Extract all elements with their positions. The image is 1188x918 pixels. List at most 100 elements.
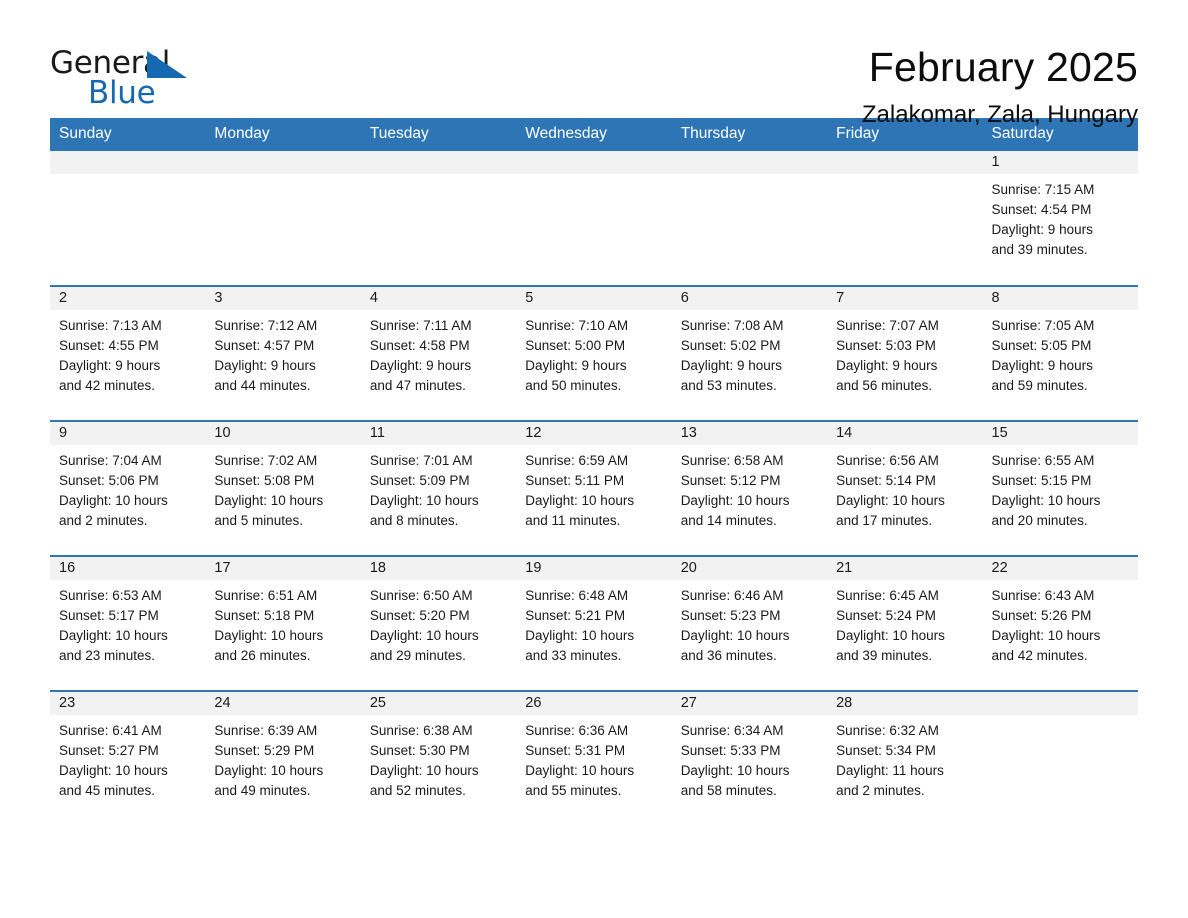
day-number: 1	[982, 151, 1138, 174]
weekday-header-sunday: Sunday	[50, 118, 206, 151]
day-details	[983, 715, 1138, 721]
day-detail-line: Sunrise: 7:05 AM	[991, 318, 1095, 333]
day-detail-line: Sunrise: 7:04 AM	[59, 453, 162, 468]
day-detail-line: Sunrise: 6:41 AM	[59, 723, 162, 738]
day-detail-line: Sunset: 5:24 PM	[836, 608, 936, 623]
calendar-day-cell[interactable]: 22 Sunrise: 6:43 AM Sunset: 5:26 PM Dayligh…	[982, 555, 1138, 691]
day-detail-line: Sunrise: 6:55 AM	[991, 453, 1095, 468]
day-detail-line: Daylight: 9 hours	[59, 358, 161, 373]
day-number: 5	[516, 287, 672, 310]
day-details	[672, 174, 827, 180]
calendar-day-cell[interactable]: 11 Sunrise: 7:01 AM Sunset: 5:09 PM Dayligh…	[360, 420, 517, 556]
day-detail-line: and 50 minutes.	[525, 378, 622, 393]
calendar-day-cell[interactable]: 16 Sunrise: 6:53 AM Sunset: 5:17 PM Dayligh…	[50, 555, 206, 691]
calendar-day-cell[interactable]: 27 Sunrise: 6:34 AM Sunset: 5:33 PM Dayligh…	[671, 690, 828, 826]
day-detail-line: Daylight: 10 hours	[369, 763, 479, 778]
weekday-header-wednesday: Wednesday	[516, 118, 672, 151]
day-detail-line: Sunrise: 7:12 AM	[214, 318, 318, 333]
day-detail-line: Sunset: 4:54 PM	[991, 202, 1092, 217]
calendar-day-cell[interactable]: 15 Sunrise: 6:55 AM Sunset: 5:15 PM Dayligh…	[982, 420, 1138, 556]
calendar-day-cell[interactable]: 7 Sunrise: 7:07 AM Sunset: 5:03 PM Daylight…	[827, 285, 983, 421]
day-details: Sunrise: 7:01 AM Sunset: 5:09 PM Daylight:…	[361, 445, 516, 531]
day-detail-line: Daylight: 10 hours	[991, 493, 1101, 508]
day-number: 25	[360, 692, 517, 715]
day-details: Sunrise: 7:12 AM Sunset: 4:57 PM Daylight:…	[205, 310, 360, 396]
calendar-day-cell[interactable]: 9 Sunrise: 7:04 AM Sunset: 5:06 PM Daylight…	[50, 420, 206, 556]
calendar-day-cell[interactable]: 26 Sunrise: 6:36 AM Sunset: 5:31 PM Dayligh…	[516, 690, 672, 826]
calendar-day-cell[interactable]: 8 Sunrise: 7:05 AM Sunset: 5:05 PM Daylight…	[982, 285, 1138, 421]
day-detail-line: Daylight: 11 hours	[836, 763, 944, 778]
day-detail-line: and 2 minutes.	[59, 513, 148, 528]
day-detail-line: Sunset: 5:09 PM	[369, 473, 470, 488]
day-detail-line: Daylight: 10 hours	[680, 763, 790, 778]
day-detail-line: Sunset: 5:33 PM	[680, 743, 781, 758]
calendar-day-cell[interactable]: 28 Sunrise: 6:32 AM Sunset: 5:34 PM Dayligh…	[827, 690, 983, 826]
calendar-day-cell[interactable]: 25 Sunrise: 6:38 AM Sunset: 5:30 PM Dayligh…	[360, 690, 517, 826]
day-detail-line: and 44 minutes.	[214, 378, 311, 393]
calendar-day-cell[interactable]: 14 Sunrise: 6:56 AM Sunset: 5:14 PM Dayligh…	[827, 420, 983, 556]
day-detail-line: and 59 minutes.	[991, 378, 1088, 393]
calendar-day-cell[interactable]: 12 Sunrise: 6:59 AM Sunset: 5:11 PM Dayligh…	[516, 420, 672, 556]
day-details: Sunrise: 7:10 AM Sunset: 5:00 PM Daylight:…	[516, 310, 671, 396]
calendar-week-row: 1 Sunrise: 7:15 AM Sunset: 4:54 PM Daylight…	[50, 151, 1138, 286]
day-details: Sunrise: 6:43 AM Sunset: 5:26 PM Daylight:…	[983, 580, 1138, 666]
day-number	[827, 151, 983, 174]
calendar-day-cell[interactable]: 10 Sunrise: 7:02 AM Sunset: 5:08 PM Dayligh…	[205, 420, 361, 556]
day-number: 13	[671, 422, 828, 445]
day-detail-line: Sunrise: 6:46 AM	[680, 588, 784, 603]
calendar-cell-empty	[827, 151, 983, 286]
day-detail-line: Sunset: 5:11 PM	[525, 473, 625, 488]
day-detail-line: Daylight: 10 hours	[836, 493, 945, 508]
calendar-day-cell[interactable]: 21 Sunrise: 6:45 AM Sunset: 5:24 PM Dayligh…	[827, 555, 983, 691]
calendar-cell-empty	[516, 151, 672, 286]
day-detail-line: Sunrise: 6:53 AM	[59, 588, 162, 603]
day-detail-line: Sunrise: 7:10 AM	[525, 318, 629, 333]
day-detail-line: Sunset: 5:23 PM	[680, 608, 781, 623]
day-detail-line: Sunrise: 6:45 AM	[836, 588, 939, 603]
calendar-day-cell[interactable]: 3 Sunrise: 7:12 AM Sunset: 4:57 PM Daylight…	[205, 285, 361, 421]
day-detail-line: Sunset: 5:27 PM	[59, 743, 159, 758]
day-details	[50, 174, 205, 180]
day-detail-line: Daylight: 9 hours	[525, 358, 627, 373]
day-detail-line: Sunset: 5:08 PM	[214, 473, 315, 488]
calendar-day-cell[interactable]: 17 Sunrise: 6:51 AM Sunset: 5:18 PM Dayligh…	[205, 555, 361, 691]
day-detail-line: Sunrise: 6:43 AM	[991, 588, 1095, 603]
calendar-day-cell[interactable]: 24 Sunrise: 6:39 AM Sunset: 5:29 PM Dayligh…	[205, 690, 361, 826]
calendar-day-cell[interactable]: 13 Sunrise: 6:58 AM Sunset: 5:12 PM Dayligh…	[671, 420, 828, 556]
day-detail-line: Daylight: 10 hours	[525, 763, 635, 778]
calendar-day-cell[interactable]: 23 Sunrise: 6:41 AM Sunset: 5:27 PM Dayligh…	[50, 690, 206, 826]
calendar-day-cell[interactable]: 18 Sunrise: 6:50 AM Sunset: 5:20 PM Dayligh…	[360, 555, 517, 691]
day-detail-line: Sunrise: 7:13 AM	[59, 318, 162, 333]
day-detail-line: Sunset: 5:00 PM	[525, 338, 626, 353]
calendar-day-cell[interactable]: 20 Sunrise: 6:46 AM Sunset: 5:23 PM Dayligh…	[671, 555, 828, 691]
day-details	[205, 174, 360, 180]
day-details: Sunrise: 6:39 AM Sunset: 5:29 PM Daylight:…	[205, 715, 360, 801]
day-number: 21	[827, 557, 983, 580]
day-number: 15	[982, 422, 1138, 445]
calendar-day-cell[interactable]: 4 Sunrise: 7:11 AM Sunset: 4:58 PM Daylight…	[360, 285, 517, 421]
calendar-week-row: 16 Sunrise: 6:53 AM Sunset: 5:17 PM Dayligh…	[50, 555, 1138, 691]
day-detail-line: Sunrise: 6:48 AM	[525, 588, 629, 603]
day-detail-line: and 17 minutes.	[836, 513, 933, 528]
day-detail-line: and 52 minutes.	[369, 783, 466, 798]
day-detail-line: Daylight: 9 hours	[991, 222, 1093, 237]
day-details: Sunrise: 7:04 AM Sunset: 5:06 PM Daylight:…	[50, 445, 205, 531]
weekday-header-monday: Monday	[205, 118, 361, 151]
day-details: Sunrise: 6:34 AM Sunset: 5:33 PM Daylight:…	[672, 715, 827, 801]
calendar-day-cell[interactable]: 19 Sunrise: 6:48 AM Sunset: 5:21 PM Dayligh…	[516, 555, 672, 691]
day-detail-line: Sunrise: 7:02 AM	[214, 453, 318, 468]
day-number	[50, 151, 206, 174]
day-number: 10	[205, 422, 361, 445]
day-number: 18	[360, 557, 517, 580]
day-number: 19	[516, 557, 672, 580]
calendar-day-cell[interactable]: 2 Sunrise: 7:13 AM Sunset: 4:55 PM Daylight…	[50, 285, 206, 421]
day-detail-line: Sunrise: 6:51 AM	[214, 588, 318, 603]
day-details: Sunrise: 6:51 AM Sunset: 5:18 PM Daylight:…	[205, 580, 360, 666]
day-detail-line: Daylight: 9 hours	[214, 358, 316, 373]
calendar-day-cell[interactable]: 5 Sunrise: 7:10 AM Sunset: 5:00 PM Daylight…	[516, 285, 672, 421]
day-detail-line: and 5 minutes.	[214, 513, 303, 528]
day-number	[360, 151, 517, 174]
day-detail-line: and 2 minutes.	[836, 783, 925, 798]
calendar-day-cell[interactable]: 1 Sunrise: 7:15 AM Sunset: 4:54 PM Daylight…	[982, 151, 1138, 286]
calendar-day-cell[interactable]: 6 Sunrise: 7:08 AM Sunset: 5:02 PM Daylight…	[671, 285, 828, 421]
